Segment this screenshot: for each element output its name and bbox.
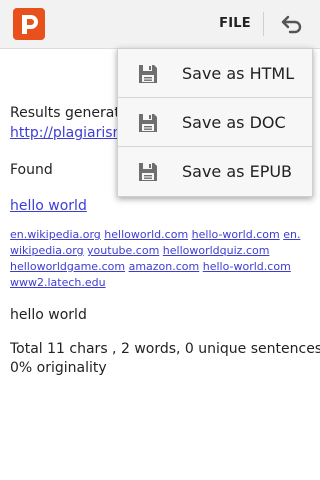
save-icon [136,111,160,135]
summary-line: Total 11 chars , 2 words, 0 unique sente… [10,341,320,357]
menu-item-label: Save as DOC [182,113,286,132]
menu-item-label: Save as EPUB [182,162,293,181]
source-link[interactable]: hello-world.com [203,260,291,273]
text-echo: hello world [10,307,87,323]
menu-item-save-epub[interactable]: Save as EPUB [118,147,312,196]
action-bar: FILE [0,0,320,49]
save-icon [136,62,160,86]
source-link[interactable]: helloworldquiz.com [163,244,270,257]
action-bar-divider [263,12,264,36]
undo-icon [270,12,314,36]
source-link[interactable]: wikipedia.org [10,244,84,257]
found-label: Found [10,162,53,178]
undo-button[interactable] [270,6,314,42]
source-link[interactable]: amazon.com [129,260,200,273]
source-links: en.wikipedia.org helloworld.com hello-wo… [10,227,314,291]
source-link[interactable]: youtube.com [87,244,159,257]
app-icon[interactable] [13,8,45,40]
source-link[interactable]: en. [283,228,300,241]
summary-line: 0% originality [10,360,107,376]
save-icon [136,160,160,184]
menu-item-label: Save as HTML [182,64,295,83]
source-link[interactable]: en.wikipedia.org [10,228,101,241]
query-link[interactable]: hello world [10,198,87,214]
source-link[interactable]: helloworld.com [104,228,188,241]
file-menu-button[interactable]: FILE [208,8,262,40]
source-link[interactable]: helloworldgame.com [10,260,125,273]
file-overflow-menu: Save as HTML Save as DOC Save as EPUB [117,48,313,197]
source-link[interactable]: www2.latech.edu [10,276,106,289]
menu-item-save-html[interactable]: Save as HTML [118,49,312,98]
menu-item-save-doc[interactable]: Save as DOC [118,98,312,147]
source-link[interactable]: hello-world.com [192,228,280,241]
